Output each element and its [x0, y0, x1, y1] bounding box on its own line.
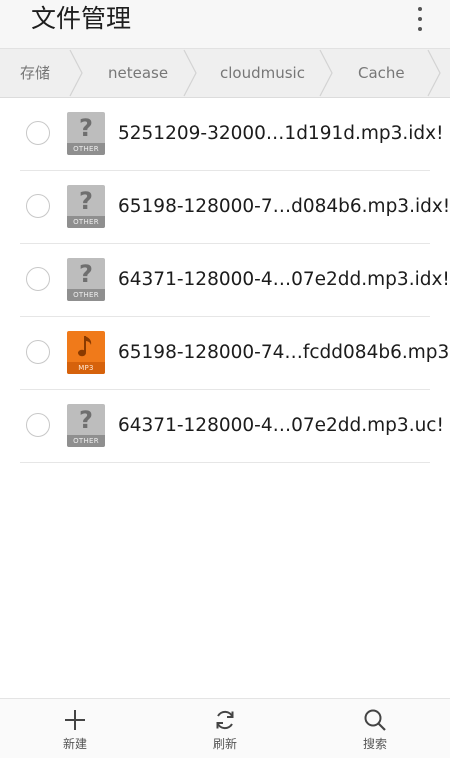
- unknown-file-icon: ? OTHER: [67, 112, 105, 155]
- unknown-file-icon: ? OTHER: [67, 404, 105, 447]
- search-button[interactable]: 搜索: [335, 699, 415, 759]
- new-button-label: 新建: [62, 737, 87, 751]
- select-checkbox[interactable]: [26, 121, 50, 145]
- page-title: 文件管理: [31, 4, 132, 33]
- menu-dot: [418, 27, 422, 31]
- refresh-button[interactable]: 刷新: [185, 699, 265, 759]
- list-item[interactable]: ? OTHER 64371-128000-4…07e2dd.mp3.idx!: [20, 244, 450, 317]
- unknown-file-icon: ? OTHER: [67, 258, 105, 301]
- new-button[interactable]: 新建: [35, 699, 115, 759]
- breadcrumb-item-cloudmusic[interactable]: cloudmusic: [220, 49, 305, 97]
- chevron-right-icon: [183, 49, 197, 97]
- file-type-label: MP3: [67, 362, 105, 374]
- unknown-file-icon: ? OTHER: [67, 185, 105, 228]
- file-name: 5251209-32000…1d191d.mp3.idx!: [118, 123, 444, 144]
- menu-dot: [418, 17, 422, 21]
- breadcrumb-item-cache[interactable]: Cache: [358, 49, 405, 97]
- refresh-icon: [216, 710, 234, 730]
- select-checkbox[interactable]: [26, 413, 50, 437]
- breadcrumb-item-storage[interactable]: 存储: [20, 49, 50, 97]
- breadcrumb-item-netease[interactable]: netease: [108, 49, 168, 97]
- file-type-label: OTHER: [67, 435, 105, 447]
- music-file-icon: MP3: [67, 331, 105, 374]
- chevron-right-icon: [69, 49, 83, 97]
- list-item[interactable]: ? OTHER 5251209-32000…1d191d.mp3.idx!: [20, 98, 444, 171]
- list-item[interactable]: MP3 65198-128000-74…fcdd084b6.mp3: [20, 317, 449, 390]
- file-name: 65198-128000-74…fcdd084b6.mp3: [118, 342, 450, 363]
- file-type-label: OTHER: [67, 289, 105, 301]
- chevron-right-icon: [319, 49, 333, 97]
- select-checkbox[interactable]: [26, 340, 50, 364]
- chevron-right-icon: [427, 49, 441, 97]
- file-name: 64371-128000-4…07e2dd.mp3.idx!: [118, 269, 450, 290]
- plus-icon: [65, 710, 85, 730]
- title-bar: 文件管理: [0, 0, 450, 48]
- file-name: 65198-128000-7…d084b6.mp3.idx!: [118, 196, 450, 217]
- file-type-label: OTHER: [67, 143, 105, 155]
- search-icon: [364, 709, 386, 731]
- file-name: 64371-128000-4…07e2dd.mp3.uc!: [118, 415, 444, 436]
- select-checkbox[interactable]: [26, 267, 50, 291]
- bottom-toolbar: 新建 刷新 搜索: [0, 698, 450, 758]
- music-note-icon: [78, 336, 92, 357]
- menu-dot: [418, 7, 422, 11]
- file-type-label: OTHER: [67, 216, 105, 228]
- search-button-label: 搜索: [362, 737, 387, 751]
- select-checkbox[interactable]: [26, 194, 50, 218]
- file-list: ? OTHER 5251209-32000…1d191d.mp3.idx! ? …: [0, 98, 450, 463]
- list-item[interactable]: ? OTHER 65198-128000-7…d084b6.mp3.idx!: [20, 171, 450, 244]
- breadcrumb: 存储 netease cloudmusic Cache: [0, 48, 450, 98]
- overflow-menu-button[interactable]: [410, 7, 430, 31]
- refresh-button-label: 刷新: [212, 737, 237, 751]
- list-item[interactable]: ? OTHER 64371-128000-4…07e2dd.mp3.uc!: [20, 390, 444, 463]
